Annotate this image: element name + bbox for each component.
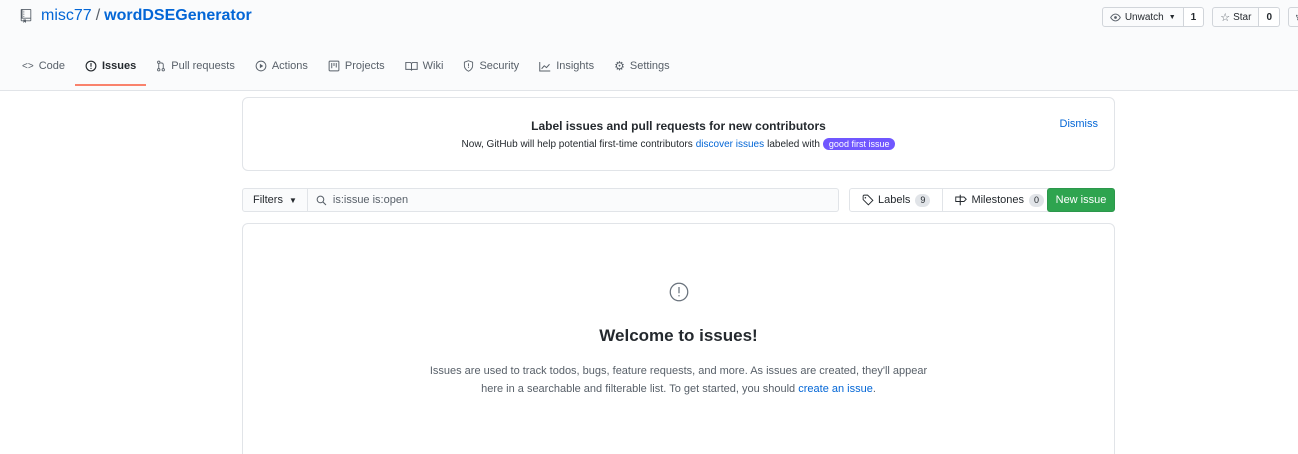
milestone-icon bbox=[955, 194, 968, 206]
tab-pull-requests[interactable]: Pull requests bbox=[146, 44, 245, 88]
project-icon bbox=[328, 60, 340, 72]
tab-projects-label: Projects bbox=[344, 60, 385, 72]
tab-pull-requests-label: Pull requests bbox=[171, 60, 235, 72]
milestones-link[interactable]: Milestones 0 bbox=[942, 189, 1056, 211]
banner-title: Label issues and pull requests for new c… bbox=[531, 119, 826, 133]
issues-blankslate: Welcome to issues! Issues are used to tr… bbox=[242, 223, 1115, 454]
tab-code-label: Code bbox=[38, 60, 65, 72]
banner-text: Now, GitHub will help potential first-ti… bbox=[243, 138, 1114, 150]
create-issue-link[interactable]: create an issue bbox=[798, 383, 873, 395]
search-icon bbox=[316, 195, 327, 205]
repo-name-link[interactable]: wordDSEGenerator bbox=[104, 7, 252, 25]
milestones-count: 0 bbox=[1029, 193, 1045, 207]
watch-group: Unwatch ▼ 1 bbox=[1101, 7, 1205, 27]
milestones-label: Milestones bbox=[971, 194, 1025, 206]
tab-issues[interactable]: Issues bbox=[74, 44, 147, 88]
filters-button[interactable]: Filters ▼ bbox=[242, 188, 308, 212]
filters-bar: Filters ▼ is:issue is:open bbox=[242, 188, 839, 212]
repository-header: misc77 / wordDSEGenerator Unwatch ▼ 1 ☆ … bbox=[0, 0, 1298, 91]
play-icon bbox=[255, 60, 267, 72]
repo-separator: / bbox=[95, 7, 101, 24]
tag-icon bbox=[862, 194, 874, 206]
tab-security[interactable]: Security bbox=[453, 44, 529, 88]
new-issue-button[interactable]: New issue bbox=[1047, 188, 1115, 212]
repo-title: misc77 / wordDSEGenerator bbox=[20, 7, 252, 25]
tab-insights-label: Insights bbox=[556, 60, 595, 72]
blankslate-text: Issues are used to track todos, bugs, fe… bbox=[423, 362, 934, 398]
star-button[interactable]: ☆ Star bbox=[1212, 7, 1260, 27]
banner-text-after: labeled with bbox=[767, 138, 820, 150]
watch-count[interactable]: 1 bbox=[1183, 7, 1205, 27]
git-pull-request-icon bbox=[157, 60, 166, 72]
tab-wiki[interactable]: Wiki bbox=[395, 44, 454, 88]
chevron-down-icon: ▼ bbox=[288, 195, 297, 205]
fork-group bbox=[1288, 7, 1298, 27]
blankslate-title: Welcome to issues! bbox=[599, 326, 758, 345]
tab-security-label: Security bbox=[479, 60, 520, 72]
shield-icon bbox=[464, 60, 474, 72]
tab-wiki-label: Wiki bbox=[422, 60, 444, 72]
chevron-down-icon: ▼ bbox=[1168, 13, 1176, 21]
fork-button[interactable] bbox=[1288, 7, 1298, 27]
graph-icon bbox=[539, 61, 551, 71]
good-first-issue-label[interactable]: good first issue bbox=[822, 138, 896, 150]
tab-settings[interactable]: ⚙ Settings bbox=[604, 44, 680, 88]
eye-icon bbox=[1109, 13, 1121, 21]
repo-actions: Unwatch ▼ 1 ☆ Star 0 bbox=[1094, 7, 1298, 27]
star-count[interactable]: 0 bbox=[1259, 7, 1280, 27]
tab-settings-label: Settings bbox=[629, 60, 670, 72]
search-value: is:issue is:open bbox=[332, 194, 409, 206]
labels-count: 9 bbox=[915, 193, 931, 207]
repo-owner-link[interactable]: misc77 bbox=[41, 7, 92, 25]
tab-issues-label: Issues bbox=[101, 60, 137, 72]
banner-text-before: Now, GitHub will help potential first-ti… bbox=[461, 138, 693, 150]
repo-nav: <> Code Issues Pull requests Actions Pro… bbox=[20, 44, 680, 88]
labels-label: Labels bbox=[878, 194, 911, 206]
unwatch-label: Unwatch bbox=[1124, 11, 1164, 23]
unwatch-button[interactable]: Unwatch ▼ bbox=[1101, 7, 1184, 27]
tab-actions[interactable]: Actions bbox=[245, 44, 318, 88]
star-group: ☆ Star 0 bbox=[1212, 7, 1280, 27]
code-icon: <> bbox=[22, 60, 34, 72]
tab-insights[interactable]: Insights bbox=[529, 44, 604, 88]
blankslate-end: . bbox=[872, 383, 876, 395]
tab-code[interactable]: <> Code bbox=[20, 44, 75, 88]
discover-issues-link[interactable]: discover issues bbox=[696, 139, 764, 150]
tab-projects[interactable]: Projects bbox=[318, 44, 395, 88]
issue-search-input[interactable]: is:issue is:open bbox=[307, 188, 839, 212]
issue-opened-icon bbox=[85, 60, 97, 72]
gear-icon: ⚙ bbox=[614, 59, 625, 73]
star-icon: ☆ bbox=[1220, 11, 1231, 24]
filters-label: Filters bbox=[253, 194, 283, 206]
labels-milestones: Labels 9 Milestones 0 bbox=[849, 188, 1058, 212]
labels-link[interactable]: Labels 9 bbox=[850, 189, 942, 211]
new-contributors-banner: Label issues and pull requests for new c… bbox=[242, 97, 1115, 171]
star-label: Star bbox=[1233, 11, 1252, 23]
tab-actions-label: Actions bbox=[271, 60, 308, 72]
repo-icon bbox=[20, 9, 32, 23]
issue-opened-icon bbox=[669, 282, 689, 302]
book-icon bbox=[404, 61, 418, 71]
dismiss-button[interactable]: Dismiss bbox=[1060, 118, 1099, 130]
